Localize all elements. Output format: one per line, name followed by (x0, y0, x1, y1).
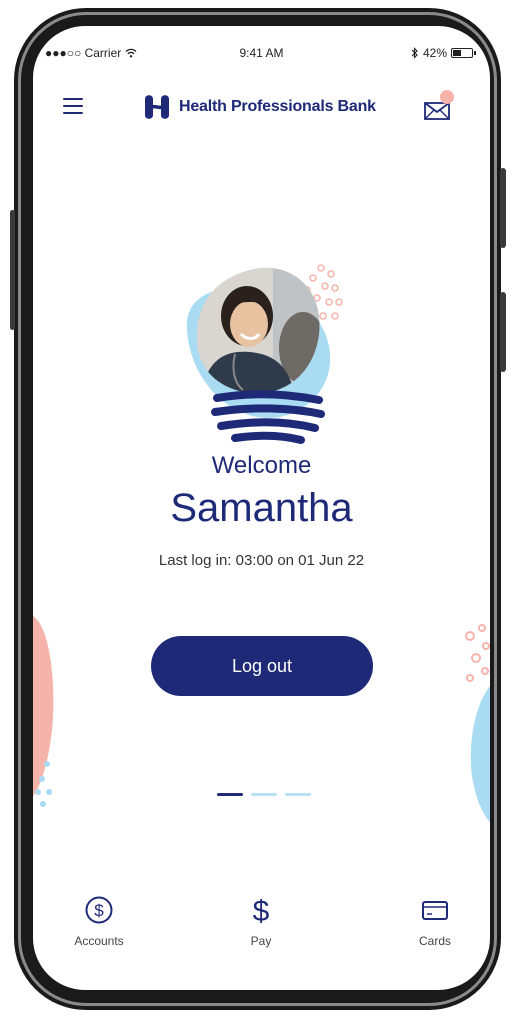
logout-button[interactable]: Log out (151, 636, 373, 696)
tab-label-accounts: Accounts (74, 934, 124, 948)
tab-pay[interactable]: $ Pay (216, 894, 306, 948)
page-dot-1[interactable] (217, 793, 243, 796)
welcome-greeting: Welcome (211, 452, 312, 479)
tab-cards[interactable]: Cards (390, 894, 480, 948)
app-screen: ●●●○○ Carrier 9:41 AM 42% Health Profess… (33, 26, 490, 990)
page-dot-2[interactable] (251, 793, 277, 796)
notification-dot (440, 90, 454, 104)
svg-text:$: $ (94, 901, 104, 920)
dollar-circle-icon: $ (85, 896, 113, 924)
side-button-lower (500, 292, 506, 372)
svg-text:$: $ (253, 895, 270, 925)
dollar-sign-icon: $ (253, 895, 270, 925)
status-bar: ●●●○○ Carrier 9:41 AM 42% (33, 46, 490, 66)
decor-left-blob (33, 616, 54, 807)
app-header: Health Professionals Bank (33, 90, 490, 126)
brand-mark-icon (145, 95, 169, 119)
page-dot-3[interactable] (285, 793, 311, 796)
battery-indicator: 42% (411, 46, 476, 60)
side-button-upper (500, 168, 506, 248)
battery-percent: 42% (422, 46, 447, 60)
user-name: Samantha (170, 486, 353, 530)
battery-tip (474, 51, 476, 55)
decor-right-blob (465, 624, 490, 822)
page-indicator (217, 793, 311, 796)
bluetooth-icon (411, 47, 418, 59)
tab-accounts[interactable]: $ Accounts (54, 894, 144, 948)
tab-label-pay: Pay (250, 934, 272, 948)
battery-icon (451, 48, 473, 58)
hamburger-menu-icon[interactable] (63, 98, 83, 114)
credit-card-icon (422, 901, 448, 920)
tab-label-cards: Cards (418, 934, 451, 948)
brand-logo: Health Professionals Bank (143, 94, 376, 120)
user-avatar-illustration (186, 264, 343, 444)
bottom-tab-bar: $ Accounts $ Pay Cards (33, 894, 490, 964)
battery-fill (453, 50, 461, 56)
inbox-button[interactable] (424, 90, 454, 122)
side-button-left (10, 210, 15, 330)
brand-name: Health Professionals Bank (179, 98, 376, 115)
last-login-text: Last log in: 03:00 on 01 Jun 22 (158, 552, 365, 569)
